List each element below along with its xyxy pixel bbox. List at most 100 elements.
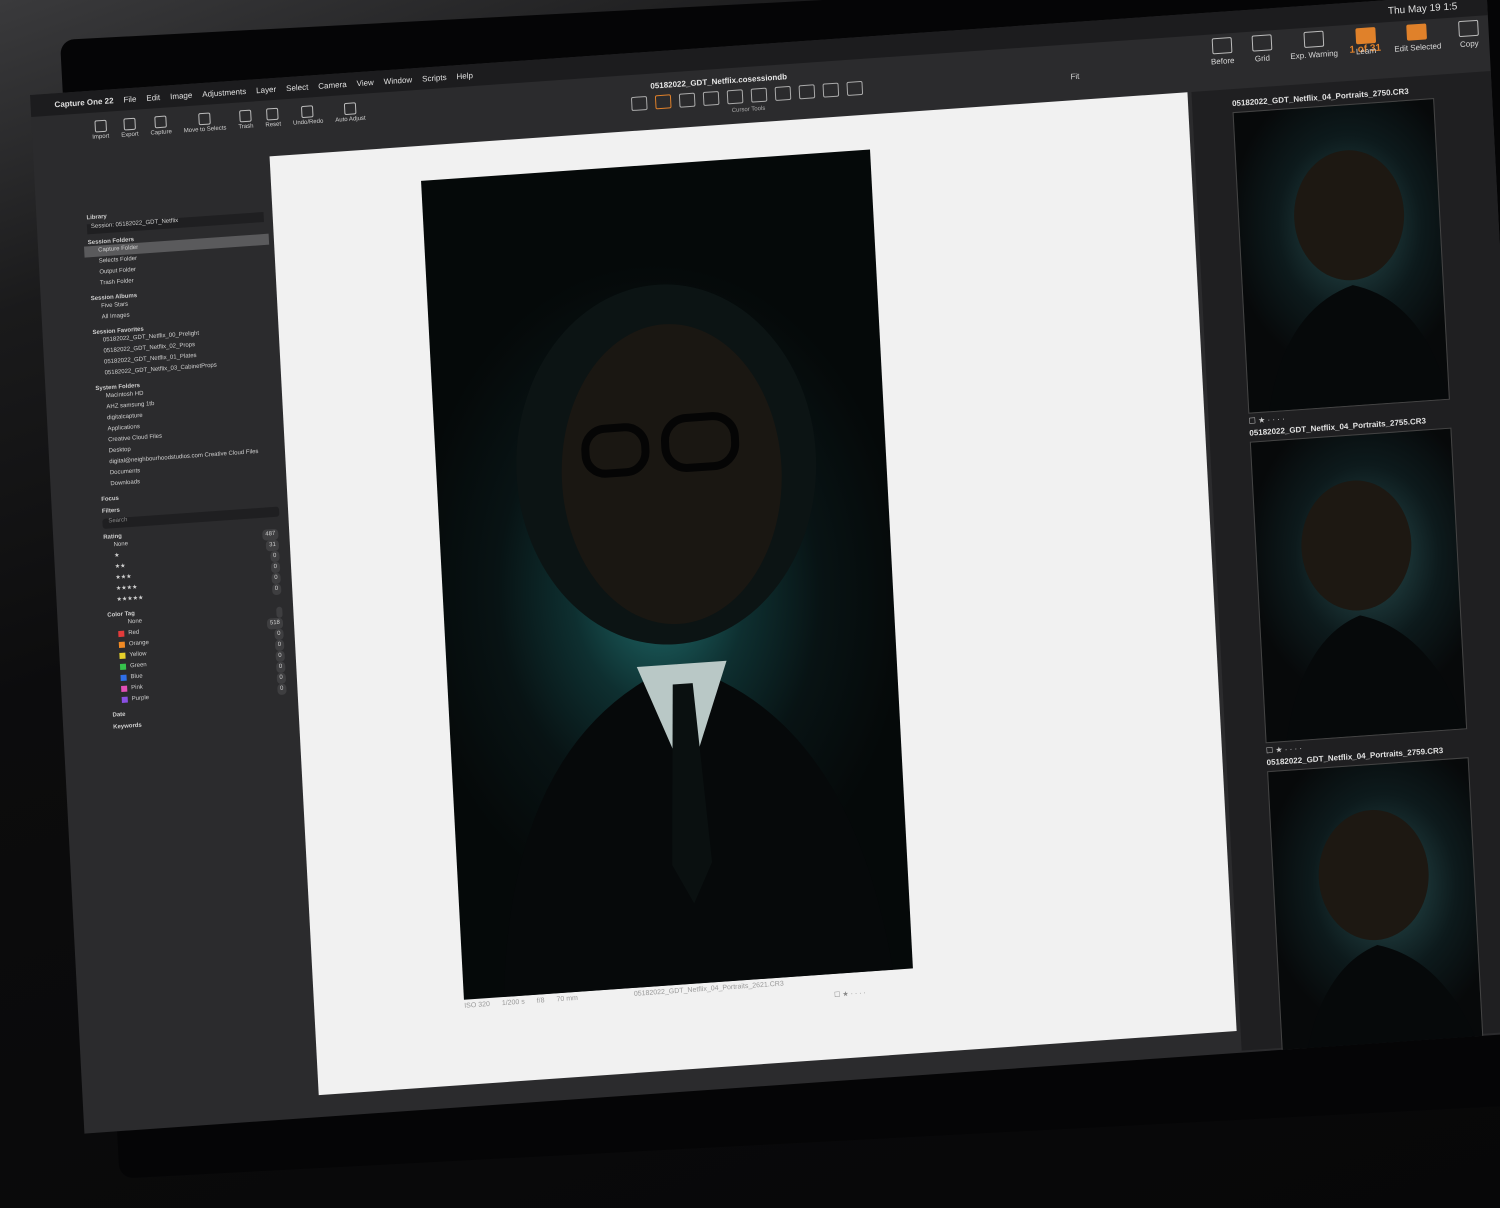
learn-icon xyxy=(1354,27,1376,45)
sidebar-item-label: Downloads xyxy=(110,479,141,488)
edit-selected-icon xyxy=(1406,23,1428,41)
color-swatch xyxy=(119,663,127,671)
menu-file[interactable]: File xyxy=(123,94,136,104)
menu-scripts[interactable]: Scripts xyxy=(422,72,447,83)
learn-label: Learn xyxy=(1355,45,1377,57)
menu-edit[interactable]: Edit xyxy=(146,92,160,102)
color-swatch xyxy=(119,652,126,660)
copy-icon xyxy=(1458,19,1479,38)
exp-warning-button[interactable]: Exp. Warning xyxy=(1289,30,1338,61)
menu-camera[interactable]: Camera xyxy=(318,79,347,90)
menu-window[interactable]: Window xyxy=(384,75,413,86)
menu-help[interactable]: Help xyxy=(456,71,473,81)
color-tag-label: Green xyxy=(129,662,147,670)
zoom-fit-label[interactable]: Fit xyxy=(1070,72,1079,82)
portrait-illustration xyxy=(503,284,893,998)
rating-count: 0 xyxy=(269,550,280,563)
rating-label: None xyxy=(113,541,129,549)
thumbnail[interactable]: 05182022_GDT_Netflix_04_Portraits_2750.C… xyxy=(1232,85,1450,426)
exp-warning-label: Exp. Warning xyxy=(1290,48,1339,61)
thumbnail-image[interactable] xyxy=(1267,757,1485,1073)
exif-aperture: f/8 xyxy=(536,997,545,1005)
trash-icon xyxy=(239,109,252,123)
export-button[interactable]: Export xyxy=(120,117,139,139)
sidebar-item-label: Trash Folder xyxy=(99,278,134,287)
thumbnail-image[interactable] xyxy=(1249,427,1468,744)
eyedropper-cursor-icon[interactable] xyxy=(846,80,864,96)
undo-label: Undo/Redo xyxy=(292,118,324,127)
menu-image[interactable]: Image xyxy=(170,90,193,101)
reset-label: Reset xyxy=(265,121,282,129)
menu-view[interactable]: View xyxy=(356,77,374,87)
menu-layer[interactable]: Layer xyxy=(256,84,276,94)
exif-focal-length: 70 mm xyxy=(556,994,579,1004)
thumbnail-portrait xyxy=(1286,480,1467,741)
browser-panel: 05182022_GDT_Netflix_04_Portraits_2750.C… xyxy=(1191,71,1500,1073)
thumbnail-image[interactable] xyxy=(1232,98,1450,414)
grid-button[interactable]: Grid xyxy=(1251,34,1273,63)
eraser-cursor-icon[interactable] xyxy=(822,82,840,98)
move-to-selects-button[interactable]: Move to Selects xyxy=(183,111,227,134)
thumbnail[interactable]: 05182022_GDT_Netflix_04_Portraits_2755.C… xyxy=(1249,415,1468,755)
before-label: Before xyxy=(1210,55,1235,67)
zoom-cursor-icon[interactable] xyxy=(678,92,696,108)
pan-cursor-icon[interactable] xyxy=(654,94,672,110)
learn-button[interactable]: Learn xyxy=(1354,27,1377,57)
color-tag-label: Purple xyxy=(131,695,150,703)
color-swatch xyxy=(120,674,127,682)
auto-adjust-button[interactable]: Auto Adjust xyxy=(334,102,366,124)
crop-cursor-icon[interactable] xyxy=(702,90,720,107)
menu-adjustments[interactable]: Adjustments xyxy=(202,86,246,98)
copy-button[interactable]: Copy xyxy=(1458,19,1479,50)
undo-redo-button[interactable]: Undo/Redo xyxy=(292,105,324,127)
copy-label: Copy xyxy=(1459,38,1479,50)
color-swatch xyxy=(118,641,126,649)
brush-cursor-icon[interactable] xyxy=(798,84,816,100)
edit-selected-label: Edit Selected xyxy=(1394,41,1442,54)
main-photo[interactable] xyxy=(421,149,913,1000)
before-button[interactable]: Before xyxy=(1210,37,1235,67)
color-tag-count: 0 xyxy=(273,628,284,641)
thumbnail[interactable]: 05182022_GDT_Netflix_04_Portraits_2759.C… xyxy=(1266,744,1485,1073)
app-menu[interactable]: Capture One 22 xyxy=(54,96,113,109)
trash-label: Trash xyxy=(238,123,254,131)
capture-icon xyxy=(154,115,167,129)
select-cursor-icon[interactable] xyxy=(630,95,648,112)
library-sidebar: Library Session: 05182022_GDT_Netflix Se… xyxy=(82,197,303,909)
capture-label: Capture xyxy=(150,129,173,137)
reset-button[interactable]: Reset xyxy=(265,107,282,129)
wand-icon xyxy=(343,102,357,116)
menu-select[interactable]: Select xyxy=(286,82,309,93)
export-icon xyxy=(123,117,136,131)
export-label: Export xyxy=(121,131,139,139)
rating-count: 0 xyxy=(271,583,282,596)
menubar-clock[interactable]: Thu May 19 1:5 xyxy=(1388,1,1458,17)
color-tag-count: 0 xyxy=(274,639,285,652)
rating-label: ★ xyxy=(114,552,120,560)
spot-cursor-icon[interactable] xyxy=(774,85,792,102)
trash-button[interactable]: Trash xyxy=(238,109,254,131)
app-screen: Capture One 22 File Edit Image Adjustmen… xyxy=(30,0,1500,1134)
color-tag-label: Red xyxy=(128,629,140,637)
color-tag-count: 0 xyxy=(275,650,285,663)
color-tag-count: 518 xyxy=(266,617,284,630)
rotate-cursor-icon[interactable] xyxy=(726,89,744,105)
reset-icon xyxy=(266,107,280,121)
import-button[interactable]: Import xyxy=(91,119,109,141)
warning-icon xyxy=(1302,30,1324,49)
cursor-tools-label: Cursor Tools xyxy=(731,105,766,115)
grid-icon xyxy=(1251,34,1273,52)
capture-button[interactable]: Capture xyxy=(150,115,173,137)
viewer-rating[interactable]: ☐ ★ · · · · xyxy=(834,989,866,999)
color-swatch xyxy=(118,630,125,638)
rating-count: 0 xyxy=(271,572,281,585)
color-swatch xyxy=(121,685,128,692)
rating-label: ★★ xyxy=(114,563,126,571)
keystone-cursor-icon[interactable] xyxy=(750,87,768,103)
rating-count: 0 xyxy=(270,561,281,574)
auto-adjust-label: Auto Adjust xyxy=(335,115,366,124)
color-tag-label: Blue xyxy=(130,673,143,681)
edit-selected-button[interactable]: Edit Selected xyxy=(1393,22,1442,54)
image-viewer[interactable]: ISO 320 1/200 s f/8 70 mm 05182022_GDT_N… xyxy=(269,92,1237,1096)
sidebar-item-label: All Images xyxy=(101,312,130,321)
